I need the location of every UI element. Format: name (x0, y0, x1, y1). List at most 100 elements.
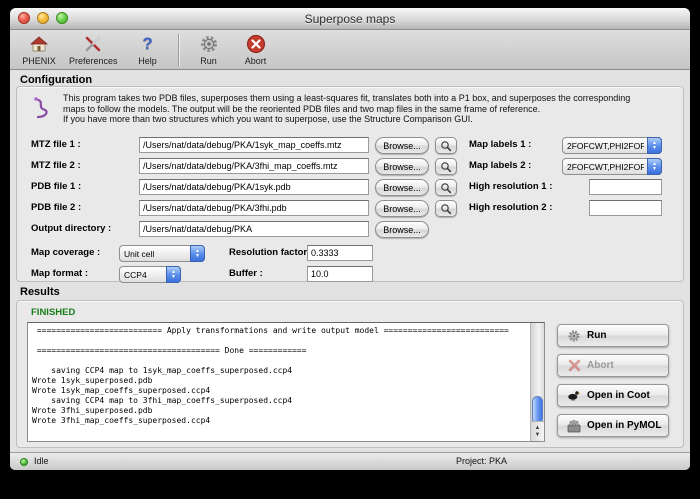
mtz-file-2-label: MTZ file 2 : (31, 160, 81, 171)
form-row-mtz-file-2: MTZ file 2 : Browse... Map labels 2 : 2F… (17, 158, 683, 175)
pdb-file-1-label: PDB file 1 : (31, 181, 81, 192)
status-badge: FINISHED (31, 307, 75, 318)
map-format-select[interactable]: CCP4 ▲▼ (119, 266, 181, 283)
map-format-label: Map format : (31, 268, 88, 279)
scrollbar-arrows[interactable]: ▲ ▼ (531, 421, 544, 441)
pdb-file-1-magnifier-button[interactable] (435, 179, 457, 196)
toolbar-label: Run (200, 56, 217, 66)
pdb-file-1-browse-button[interactable]: Browse... (375, 179, 429, 196)
pdb-file-2-input[interactable] (139, 200, 369, 216)
select-arrows-icon: ▲▼ (647, 158, 662, 175)
toolbar-run-button[interactable]: Run (192, 33, 226, 66)
resolution-factor-input[interactable] (307, 245, 373, 261)
console-output: ========================== Apply transfo… (28, 323, 544, 429)
results-panel: FINISHED ========================== Appl… (16, 300, 684, 448)
status-led-icon (20, 458, 28, 466)
magnifier-icon (440, 161, 452, 173)
configuration-section-title: Configuration (20, 74, 92, 86)
mtz-file-1-input[interactable] (139, 137, 369, 153)
window-title: Superpose maps (10, 12, 690, 26)
open-in-coot-label: Open in Coot (587, 390, 650, 401)
select-value: Unit cell (124, 249, 187, 259)
open-in-pymol-button[interactable]: Open in PyMOL (557, 414, 669, 437)
abort-x-icon (245, 33, 267, 55)
magnifier-icon (440, 140, 452, 152)
map-labels-1-select[interactable]: 2FOFCWT,PHI2FOF... ▲▼ (562, 137, 662, 154)
run-button-label: Run (587, 330, 606, 341)
select-value: 2FOFCWT,PHI2FOF... (567, 141, 644, 151)
form-row-pdb-file-1: PDB file 1 : Browse... High resolution 1… (17, 179, 683, 196)
form-row-map-coverage: Map coverage : Unit cell ▲▼ Resolution f… (17, 245, 683, 262)
configuration-panel: This program takes two PDB files, superp… (16, 86, 684, 282)
toolbar-abort-button[interactable]: Abort (239, 33, 273, 66)
mtz-file-2-browse-button[interactable]: Browse... (375, 158, 429, 175)
title-bar[interactable]: Superpose maps (10, 8, 690, 30)
pymol-icon (567, 419, 581, 433)
scrollbar-thumb[interactable] (532, 396, 543, 424)
run-gear-icon (198, 33, 220, 55)
select-value: CCP4 (124, 270, 163, 280)
console-output-area[interactable]: ========================== Apply transfo… (27, 322, 545, 442)
toolbar: PHENIX Preferences ? Help Run Abort (10, 30, 690, 70)
form-row-map-format: Map format : CCP4 ▲▼ Buffer : (17, 266, 683, 283)
pdb-file-2-magnifier-button[interactable] (435, 200, 457, 217)
output-directory-input[interactable] (139, 221, 369, 237)
mtz-file-2-magnifier-button[interactable] (435, 158, 457, 175)
app-window: Superpose maps PHENIX Preferences ? Help… (10, 8, 690, 470)
program-description: This program takes two PDB files, superp… (63, 93, 638, 125)
pdb-file-1-input[interactable] (139, 179, 369, 195)
map-labels-2-label: Map labels 2 : (469, 160, 531, 171)
buffer-label: Buffer : (229, 268, 263, 279)
select-arrows-icon: ▲▼ (190, 245, 205, 262)
run-gear-icon (567, 329, 581, 343)
abort-button-label: Abort (587, 360, 614, 371)
abort-x-icon (567, 359, 581, 373)
pdb-file-2-browse-button[interactable]: Browse... (375, 200, 429, 217)
mtz-file-1-magnifier-button[interactable] (435, 137, 457, 154)
select-value: 2FOFCWT,PHI2FOF... (567, 162, 644, 172)
mtz-file-2-input[interactable] (139, 158, 369, 174)
map-coverage-select[interactable]: Unit cell ▲▼ (119, 245, 205, 262)
map-coverage-label: Map coverage : (31, 247, 100, 258)
toolbar-phenix-button[interactable]: PHENIX (22, 33, 56, 66)
high-resolution-1-input[interactable] (589, 179, 662, 195)
status-bar: Idle Project: PKA (10, 452, 690, 470)
toolbar-preferences-button[interactable]: Preferences (69, 33, 118, 66)
toolbar-label: Help (138, 56, 157, 66)
scroll-down-icon[interactable]: ▼ (535, 432, 541, 439)
console-scrollbar[interactable]: ▲ ▼ (530, 323, 544, 441)
form-row-output-directory: Output directory : Browse... (17, 221, 683, 238)
toolbar-label: Preferences (69, 56, 118, 66)
magnifier-icon (440, 203, 452, 215)
high-resolution-1-label: High resolution 1 : (469, 181, 552, 192)
abort-button[interactable]: Abort (557, 354, 669, 377)
mtz-file-1-label: MTZ file 1 : (31, 139, 81, 150)
output-directory-label: Output directory : (31, 223, 111, 234)
preferences-tools-icon (82, 33, 104, 55)
help-question-icon: ? (137, 33, 159, 55)
run-button[interactable]: Run (557, 324, 669, 347)
resolution-factor-label: Resolution factor : (229, 247, 313, 258)
high-resolution-2-label: High resolution 2 : (469, 202, 552, 213)
magnifier-icon (440, 182, 452, 194)
high-resolution-2-input[interactable] (589, 200, 662, 216)
results-section-title: Results (20, 286, 60, 298)
output-directory-browse-button[interactable]: Browse... (375, 221, 429, 238)
form-row-mtz-file-1: MTZ file 1 : Browse... Map labels 1 : 2F… (17, 137, 683, 154)
pdb-file-2-label: PDB file 2 : (31, 202, 81, 213)
buffer-input[interactable] (307, 266, 373, 282)
open-in-coot-button[interactable]: Open in Coot (557, 384, 669, 407)
project-label: Project: PKA (456, 456, 507, 466)
open-in-pymol-label: Open in PyMOL (587, 420, 661, 431)
toolbar-help-button[interactable]: ? Help (131, 33, 165, 66)
status-text: Idle (34, 456, 49, 466)
map-labels-2-select[interactable]: 2FOFCWT,PHI2FOF... ▲▼ (562, 158, 662, 175)
mtz-file-1-browse-button[interactable]: Browse... (375, 137, 429, 154)
toolbar-label: PHENIX (22, 56, 56, 66)
toolbar-label: Abort (245, 56, 267, 66)
select-arrows-icon: ▲▼ (166, 266, 181, 283)
coot-bird-icon (567, 389, 581, 403)
scroll-up-icon[interactable]: ▲ (535, 425, 541, 432)
program-icon (31, 95, 51, 126)
toolbar-separator (178, 34, 179, 66)
